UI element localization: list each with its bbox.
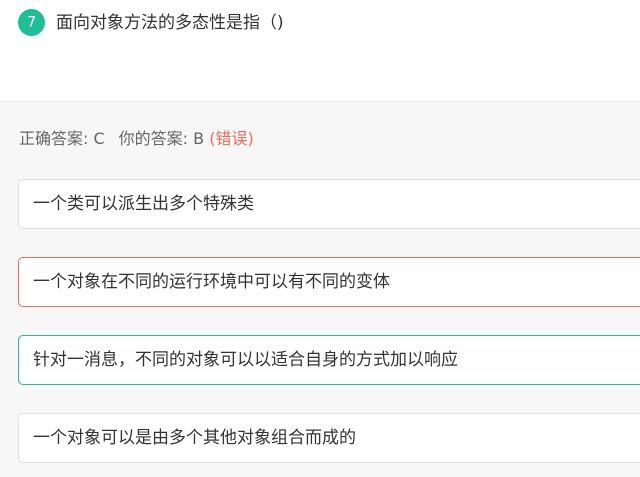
wrong-status-label: (错误) [209,129,254,148]
question-header: 7 面向对象方法的多态性是指（) [0,0,640,102]
correct-answer-label: 正确答案: C [19,129,105,148]
your-answer-label: 你的答案: B [118,129,205,148]
option-a-text: 一个类可以派生出多个特殊类 [33,194,254,214]
question-text: 面向对象方法的多态性是指（) [56,13,284,33]
option-c-text: 针对一消息，不同的对象可以以适合自身的方式加以响应 [33,350,458,370]
option-d-text: 一个对象可以是由多个其他对象组合而成的 [33,428,356,448]
question-number-badge: 7 [18,9,45,36]
option-b-text: 一个对象在不同的运行环境中可以有不同的变体 [33,272,390,292]
option-d[interactable]: 一个对象可以是由多个其他对象组合而成的 [18,413,640,463]
option-a[interactable]: 一个类可以派生出多个特殊类 [18,179,640,229]
option-c[interactable]: 针对一消息，不同的对象可以以适合自身的方式加以响应 [18,335,640,385]
option-b[interactable]: 一个对象在不同的运行环境中可以有不同的变体 [18,257,640,307]
answer-result-line: 正确答案: C 你的答案: B (错误) [19,128,254,150]
